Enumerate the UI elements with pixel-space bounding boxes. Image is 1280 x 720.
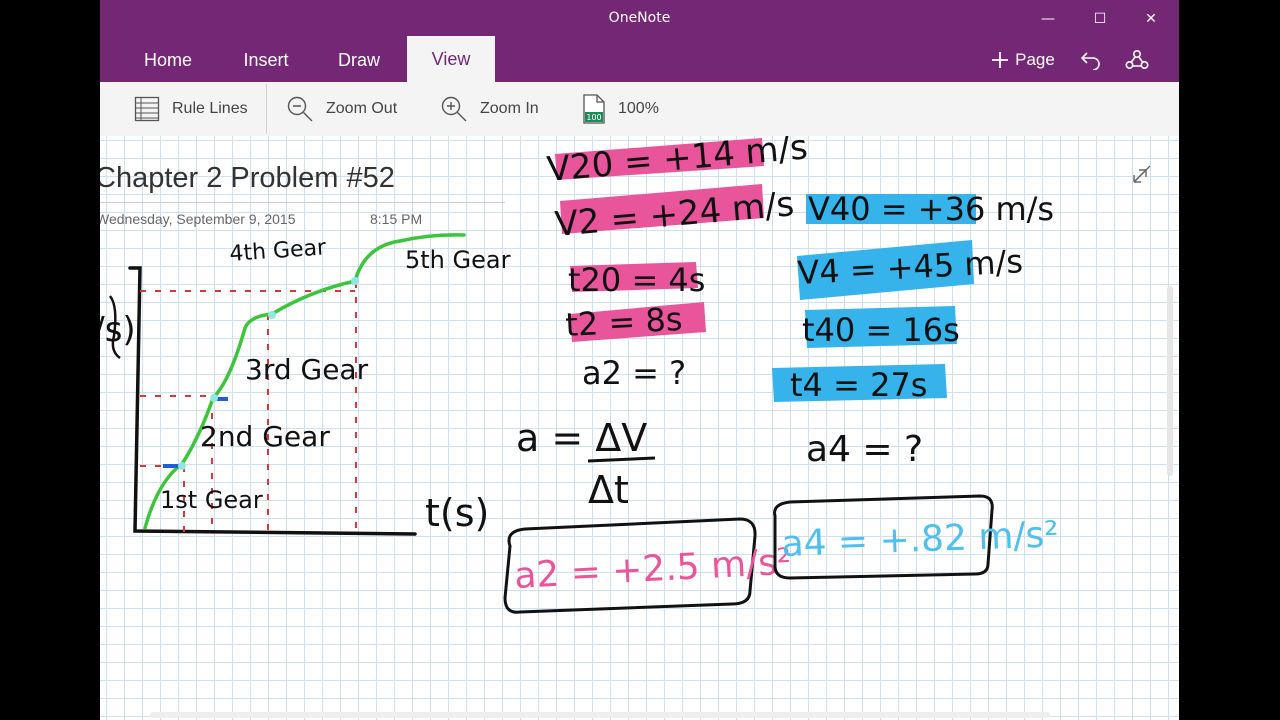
t4-value: t4 = 27s xyxy=(790,366,927,404)
zoom-in-icon xyxy=(441,96,467,122)
a2-question: a2 = ? xyxy=(582,354,686,392)
zoom-badge: 100 xyxy=(586,113,601,122)
shift-point-2 xyxy=(210,394,218,402)
label-2nd-gear: 2nd Gear xyxy=(200,420,330,453)
share-button[interactable] xyxy=(1122,38,1152,82)
a4-question: a4 = ? xyxy=(806,429,923,470)
ink-layer: 4th Gear 5th Gear 3rd Gear 2nd Gear 1st … xyxy=(100,136,1151,614)
close-button[interactable]: ✕ xyxy=(1128,0,1174,38)
tab-home[interactable]: Home xyxy=(130,38,206,82)
zoom-100-button[interactable]: 100 100% xyxy=(582,82,659,136)
vertical-scrollbar[interactable] xyxy=(1167,286,1173,476)
add-page-button[interactable]: Page xyxy=(990,38,1056,82)
a4-answer: a4 = +.82 m/s² xyxy=(781,514,1060,565)
page-zoom-icon: 100 xyxy=(583,94,605,124)
collapse-icon[interactable] xyxy=(1133,165,1151,183)
zoom-level-label: 100% xyxy=(618,100,659,117)
v4-value: V4 = +45 m/s xyxy=(796,242,1023,292)
add-page-label: Page xyxy=(1015,50,1055,69)
title-bar: OneNote — ☐ ✕ xyxy=(100,0,1179,38)
view-toolbar: Rule Lines Zoom Out Zoom In 100 100% xyxy=(100,82,1179,137)
zoom-out-button[interactable]: Zoom Out xyxy=(286,82,397,136)
zoom-in-label: Zoom In xyxy=(480,100,539,117)
rule-lines-icon xyxy=(134,96,160,122)
rule-lines-label: Rule Lines xyxy=(172,100,248,117)
note-canvas[interactable]: Chapter 2 Problem #52 Wednesday, Septemb… xyxy=(100,136,1179,720)
zoom-out-label: Zoom Out xyxy=(326,100,398,117)
zoom-out-icon xyxy=(287,96,313,122)
t40-value: t40 = 16s xyxy=(802,311,960,349)
plus-icon xyxy=(992,52,1009,68)
tab-view[interactable]: View xyxy=(407,36,495,82)
formula-denominator: Δt xyxy=(588,468,629,512)
share-icon xyxy=(1125,49,1149,70)
label-t-axis: t(s) xyxy=(425,491,489,535)
v40-value: V40 = +36 m/s xyxy=(808,190,1054,228)
maximize-button[interactable]: ☐ xyxy=(1077,0,1123,38)
formula-numerator: a = ΔV xyxy=(516,416,647,460)
tab-insert[interactable]: Insert xyxy=(230,38,302,82)
label-1st-gear: 1st Gear xyxy=(160,486,263,514)
label-4th-gear: 4th Gear xyxy=(229,235,328,267)
label-5th-gear: 5th Gear xyxy=(405,246,511,274)
shift-point-3 xyxy=(268,311,276,319)
t2-value: t2 = 8s xyxy=(564,300,683,344)
undo-button[interactable] xyxy=(1076,38,1106,82)
horizontal-scrollbar[interactable] xyxy=(150,712,1050,718)
minimize-button[interactable]: — xyxy=(1025,0,1071,38)
label-3rd-gear: 3rd Gear xyxy=(245,353,369,386)
shift-point-1 xyxy=(178,462,186,470)
minimize-icon: — xyxy=(1041,11,1055,27)
shift-point-4 xyxy=(351,277,359,285)
t20-value: t20 = 4s xyxy=(568,261,705,299)
v20-value: V20 = +14 m/s xyxy=(545,136,809,190)
toolbar-divider xyxy=(266,84,267,134)
onenote-window: OneNote — ☐ ✕ Home Insert Draw View Page xyxy=(100,0,1179,720)
maximize-icon: ☐ xyxy=(1093,11,1107,27)
zoom-in-button[interactable]: Zoom In xyxy=(440,82,539,136)
tab-draw[interactable]: Draw xyxy=(326,38,392,82)
rule-lines-button[interactable]: Rule Lines xyxy=(134,82,248,136)
undo-icon xyxy=(1080,52,1100,70)
ribbon-tabs: Home Insert Draw View Page xyxy=(100,36,1179,82)
close-icon: ✕ xyxy=(1145,11,1157,27)
app-title: OneNote xyxy=(608,10,671,26)
label-v-axis: V/s) xyxy=(100,310,136,350)
